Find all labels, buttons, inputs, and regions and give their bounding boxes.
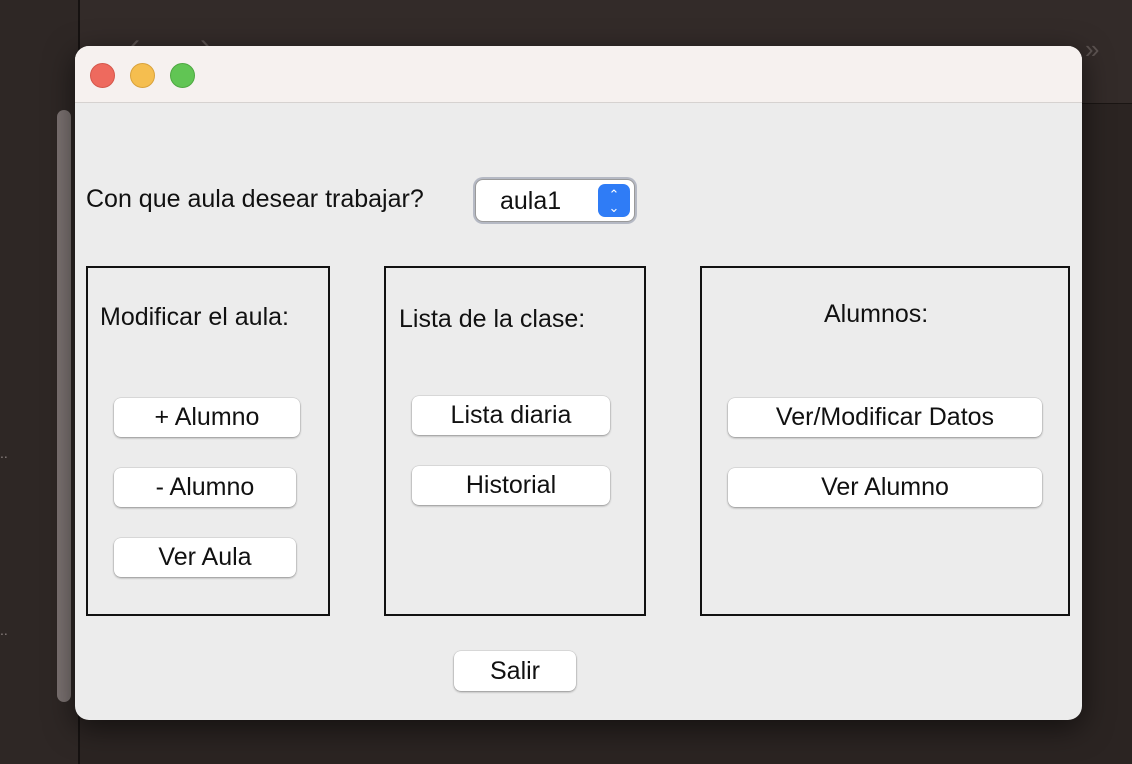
salir-button[interactable]: Salir — [454, 651, 576, 691]
lista-diaria-button[interactable]: Lista diaria — [412, 396, 610, 435]
alumnos-title: Alumnos: — [824, 300, 929, 328]
ver-aula-button[interactable]: Ver Aula — [114, 538, 296, 577]
aula-select-value: aula1 — [500, 187, 562, 215]
up-down-chevron-icon[interactable]: ⌃ ⌄ — [598, 184, 630, 217]
background-scrollbar — [57, 110, 71, 702]
historial-button[interactable]: Historial — [412, 466, 610, 505]
aula-dialog-window: Con que aula desear trabajar? aula1 ⌃ ⌄ M… — [75, 46, 1082, 720]
lista-clase-title: Lista de la clase: — [399, 305, 586, 333]
close-icon[interactable] — [90, 63, 115, 88]
ver-alumno-button[interactable]: Ver Alumno — [728, 468, 1042, 507]
title-bar — [75, 46, 1082, 103]
modificar-aula-title: Modificar el aula: — [100, 303, 289, 331]
background-ellipsis-icon: .. — [0, 445, 8, 461]
zoom-icon[interactable] — [170, 63, 195, 88]
lista-clase-panel: Lista de la clase: Lista diaria Historia… — [384, 266, 646, 616]
ver-modificar-datos-button[interactable]: Ver/Modificar Datos — [728, 398, 1042, 437]
overflow-chevron-icon: » — [1085, 34, 1100, 64]
aula-select[interactable]: aula1 ⌃ ⌄ — [475, 179, 635, 222]
add-alumno-button[interactable]: + Alumno — [114, 398, 300, 437]
remove-alumno-button[interactable]: - Alumno — [114, 468, 296, 507]
background-ellipsis-icon: .. — [0, 622, 8, 638]
alumnos-panel: Alumnos: Ver/Modificar Datos Ver Alumno — [700, 266, 1070, 616]
minimize-icon[interactable] — [130, 63, 155, 88]
aula-prompt-label: Con que aula desear trabajar? — [86, 185, 424, 213]
modificar-aula-panel: Modificar el aula: + Alumno - Alumno Ver… — [86, 266, 330, 616]
